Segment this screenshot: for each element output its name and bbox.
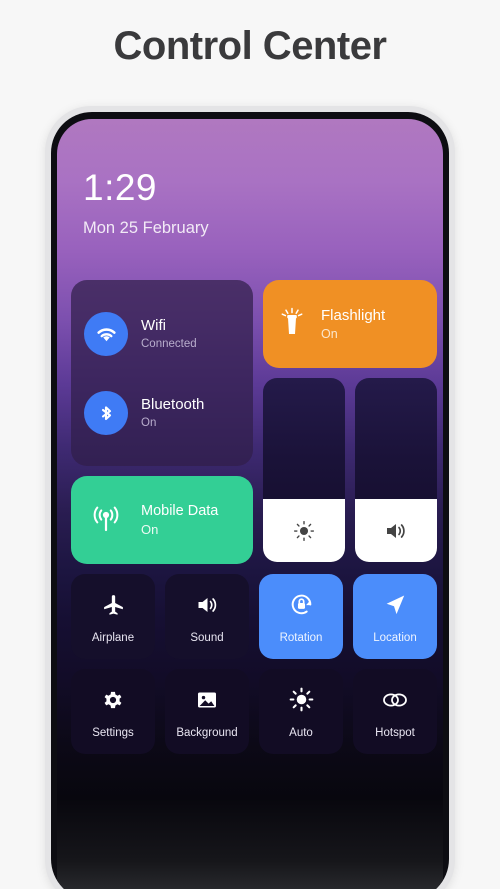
brightness-slider-fill[interactable]	[263, 499, 345, 562]
toggle-location-label: Location	[373, 631, 417, 644]
mobile-data-text: Mobile Data On	[141, 503, 218, 537]
page-title: Control Center	[113, 24, 388, 68]
toggle-sound[interactable]: Sound	[165, 574, 249, 659]
slider-volume[interactable]	[355, 378, 437, 562]
tile-flashlight[interactable]: Flashlight On	[263, 280, 437, 368]
bluetooth-label: Bluetooth	[141, 395, 205, 413]
bluetooth-text: Bluetooth On	[141, 396, 204, 430]
phone-frame: 1:29 Mon 25 February Wifi Connected Blue…	[51, 112, 449, 889]
bluetooth-icon	[84, 390, 128, 435]
connectivity-panel: Wifi Connected Bluetooth On	[71, 280, 253, 466]
tile-mobile-data[interactable]: Mobile Data On	[71, 476, 253, 564]
right-column: Flashlight On	[263, 280, 437, 564]
flashlight-icon	[279, 307, 305, 341]
slider-group	[263, 378, 437, 562]
toggle-settings[interactable]: Settings	[71, 669, 155, 754]
clock-time: 1:29	[83, 167, 158, 208]
toggle-sound-label: Sound	[190, 631, 224, 644]
toggle-hotspot-label: Hotspot	[375, 726, 415, 739]
wifi-status: Connected	[141, 338, 197, 351]
mobile-data-status: On	[141, 522, 159, 537]
toggle-settings-label: Settings	[92, 726, 134, 739]
volume-slider-fill[interactable]	[355, 499, 437, 562]
phone-screen: 1:29 Mon 25 February Wifi Connected Blue…	[57, 119, 443, 889]
brightness-icon	[293, 520, 315, 542]
volume-icon	[384, 520, 408, 542]
wifi-icon	[84, 311, 128, 356]
toggle-auto-label: Auto	[289, 726, 313, 739]
toggle-row-2: Settings Background Auto Hotspot	[71, 669, 437, 754]
toggle-airplane[interactable]: Airplane	[71, 574, 155, 659]
bluetooth-status: On	[141, 417, 157, 430]
wifi-label: Wifi	[141, 316, 166, 334]
airplane-icon	[101, 590, 126, 620]
wifi-text: Wifi Connected	[141, 317, 197, 351]
phone-device: 1:29 Mon 25 February Wifi Connected Blue…	[45, 106, 455, 889]
hotspot-icon	[380, 685, 410, 715]
toggle-rotation-label: Rotation	[279, 631, 323, 644]
cell-tower-icon	[89, 504, 123, 536]
mobile-data-label: Mobile Data	[141, 503, 219, 519]
sound-icon	[195, 590, 220, 620]
control-center-page: Control Center 1:29 Mon 25 February Wifi…	[0, 0, 500, 889]
toggle-background[interactable]: Background	[165, 669, 249, 754]
status-clock: 1:29 Mon 25 February	[83, 169, 209, 238]
left-column: Wifi Connected Bluetooth On Mobile Data …	[71, 280, 253, 564]
flashlight-status: On	[321, 327, 338, 341]
toggle-hotspot[interactable]: Hotspot	[353, 669, 437, 754]
flashlight-label: Flashlight	[321, 307, 386, 324]
quick-settings-panel: Wifi Connected Bluetooth On Mobile Data …	[71, 280, 437, 754]
toggle-location[interactable]: Location	[353, 574, 437, 659]
toggle-rotation[interactable]: Rotation	[259, 574, 343, 659]
image-icon	[195, 685, 219, 715]
clock-date: Mon 25 February	[83, 219, 209, 237]
tile-wifi[interactable]: Wifi Connected	[71, 294, 253, 373]
toggle-background-label: Background	[176, 726, 238, 739]
toggle-row-1: Airplane Sound Rotation Location	[71, 574, 437, 659]
slider-brightness[interactable]	[263, 378, 345, 562]
flashlight-text: Flashlight On	[321, 307, 385, 341]
gear-icon	[101, 685, 125, 715]
toggle-auto[interactable]: Auto	[259, 669, 343, 754]
tile-bluetooth[interactable]: Bluetooth On	[71, 373, 253, 452]
toggle-airplane-label: Airplane	[91, 631, 135, 644]
location-icon	[382, 590, 408, 620]
rotation-lock-icon	[288, 590, 315, 620]
auto-brightness-icon	[289, 685, 314, 715]
